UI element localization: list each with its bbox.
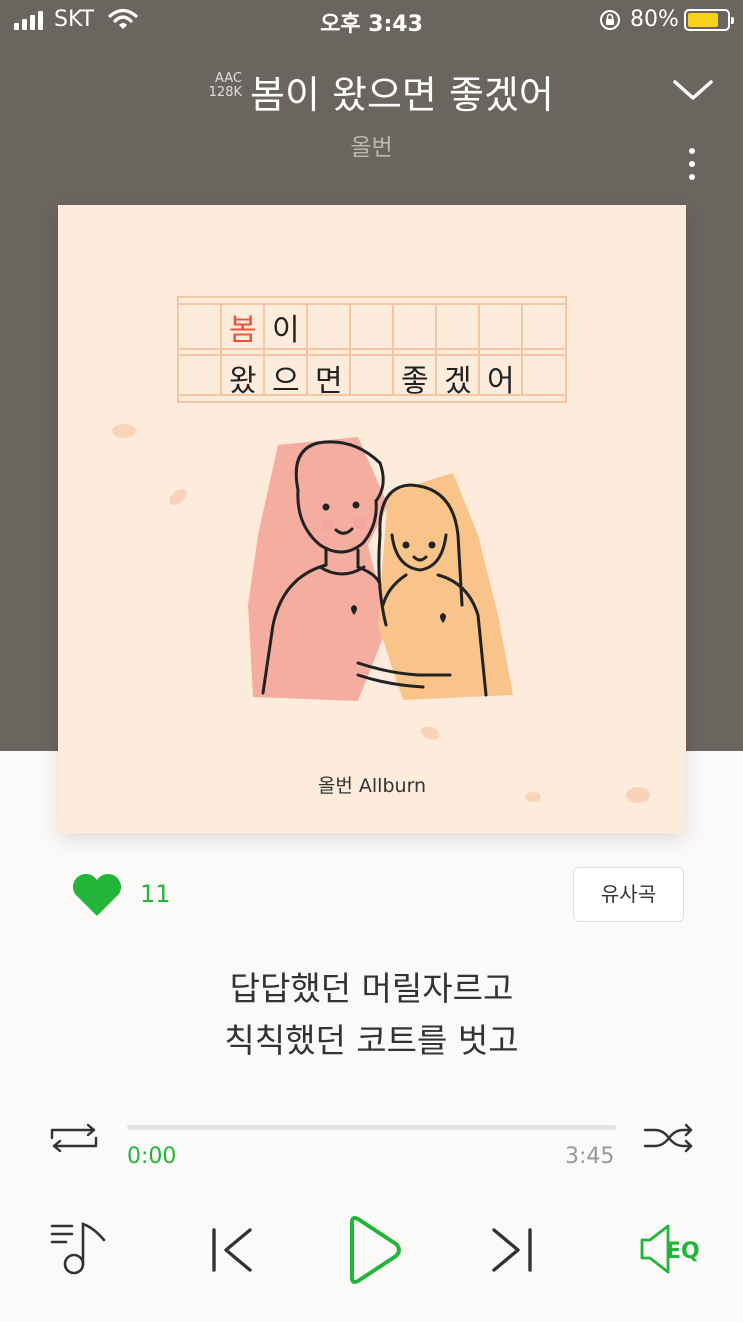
battery-percent: 80% (630, 7, 679, 32)
next-icon[interactable] (488, 1226, 538, 1274)
heart-icon[interactable] (70, 872, 124, 918)
grid-char: 으 (272, 364, 300, 399)
play-icon[interactable] (344, 1214, 404, 1286)
previous-icon[interactable] (206, 1226, 256, 1274)
quality-bitrate: 128K (208, 85, 242, 100)
grid-char: 어 (487, 364, 515, 399)
elapsed-time: 0:00 (127, 1144, 177, 1169)
eq-icon[interactable]: EQ (638, 1222, 708, 1276)
grid-char: 겠 (444, 364, 472, 399)
album-credit: 올번 Allburn (317, 775, 427, 797)
similar-songs-button[interactable]: 유사곡 (573, 867, 684, 922)
playlist-icon[interactable] (48, 1220, 108, 1278)
quality-codec: AAC (215, 71, 242, 86)
total-duration: 3:45 (565, 1144, 615, 1169)
battery-icon (684, 9, 734, 31)
grid-char: 좋 (401, 364, 429, 399)
chevron-down-icon[interactable] (672, 78, 714, 102)
song-title: 봄이 왔으면 좋겠어 (250, 73, 554, 117)
status-bar: SKT 오후 3:43 80% (0, 0, 743, 40)
audio-quality-badge: AAC 128K (196, 72, 242, 100)
repeat-icon[interactable] (48, 1122, 100, 1154)
rotation-lock-icon (600, 10, 620, 30)
like-count: 11 (140, 880, 171, 908)
album-illustration (112, 296, 650, 803)
lyric-line-next[interactable]: 칙칙했던 코트를 벗고 (0, 1014, 743, 1062)
progress-track[interactable] (127, 1125, 616, 1130)
lyric-line-current[interactable]: 답답했던 머릴자르고 (0, 962, 743, 1010)
album-art: 봄 이 왔 으 면 좋 겠 어 올번 Allburn (58, 205, 686, 833)
artist-name[interactable]: 올번 (0, 128, 743, 162)
grid-char: 봄 (229, 313, 257, 348)
more-vertical-icon[interactable] (680, 146, 704, 186)
grid-char: 왔 (229, 364, 257, 399)
svg-text:EQ: EQ (666, 1239, 700, 1264)
grid-char: 이 (272, 313, 300, 348)
shuffle-icon[interactable] (643, 1122, 695, 1154)
grid-char: 면 (315, 364, 343, 399)
